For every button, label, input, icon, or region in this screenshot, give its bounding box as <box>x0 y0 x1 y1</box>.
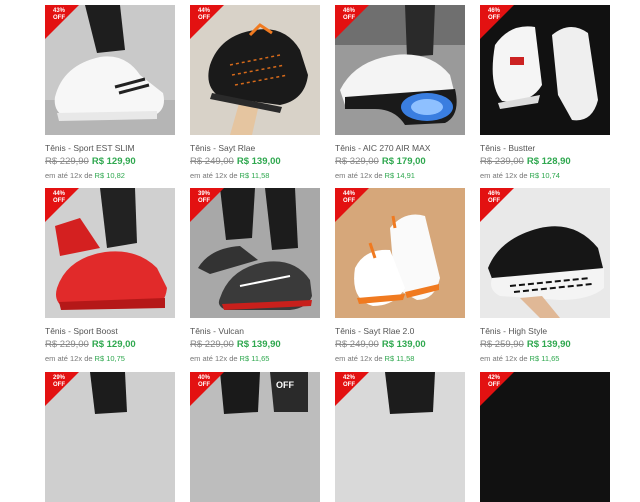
installment-info: em até 12x de R$ 11,65 <box>190 354 270 363</box>
svg-text:OFF: OFF <box>276 380 294 390</box>
product-image[interactable]: 46% OFF <box>335 5 465 135</box>
discount-badge: 46% OFF <box>335 5 369 39</box>
product-card[interactable]: OFF 40% OFF <box>190 372 320 502</box>
sale-price: R$ 129,00 <box>91 339 136 350</box>
product-price: R$ 249,00 R$ 139,00 <box>335 339 426 350</box>
product-image[interactable]: 29% OFF <box>45 372 175 502</box>
discount-badge: 43% OFF <box>45 5 79 39</box>
product-image[interactable]: 44% OFF <box>45 188 175 318</box>
product-name[interactable]: Tênis - High Style <box>480 326 547 336</box>
product-card[interactable]: 46% OFF Tênis - AIC 270 AIR MAX R$ 329,00… <box>335 5 465 180</box>
old-price: R$ 259,90 <box>480 339 524 350</box>
product-card[interactable]: 39% OFF Tênis - Vulcan R$ 229,00 R$ 139,90… <box>190 188 320 363</box>
product-name[interactable]: Tênis - Sport Boost <box>45 326 118 336</box>
product-card[interactable]: 44% OFF Tênis - Sport Boost R$ 229,00 R$ 1… <box>45 188 175 363</box>
old-price: R$ 239,00 <box>480 156 524 167</box>
installment-info: em até 12x de R$ 10,82 <box>45 171 125 180</box>
product-image[interactable]: 46% OFF <box>480 5 610 135</box>
discount-badge: 46% OFF <box>480 5 514 39</box>
product-price: R$ 239,00 R$ 128,90 <box>480 156 571 167</box>
product-image[interactable]: 46% OFF <box>480 188 610 318</box>
old-price: R$ 249,00 <box>335 339 379 350</box>
product-card[interactable]: 43% OFF Tênis - Sport EST SLIM R$ 229,90 R… <box>45 5 175 180</box>
product-price: R$ 249,00 R$ 139,00 <box>190 156 281 167</box>
product-image[interactable]: 42% OFF <box>480 372 610 502</box>
product-image[interactable]: 39% OFF <box>190 188 320 318</box>
product-image[interactable]: 44% OFF <box>190 5 320 135</box>
product-name[interactable]: Tênis - Bustter <box>480 143 535 153</box>
sale-price: R$ 139,90 <box>526 339 571 350</box>
installment-info: em até 12x de R$ 11,58 <box>190 171 270 180</box>
product-name[interactable]: Tênis - AIC 270 AIR MAX <box>335 143 430 153</box>
discount-badge: 29% OFF <box>45 372 79 406</box>
product-name[interactable]: Tênis - Sayt Rlae <box>190 143 255 153</box>
old-price: R$ 329,00 <box>335 156 379 167</box>
sale-price: R$ 139,00 <box>236 156 281 167</box>
discount-badge: 39% OFF <box>190 188 224 222</box>
sale-price: R$ 129,90 <box>91 156 136 167</box>
old-price: R$ 229,90 <box>45 156 89 167</box>
installment-info: em até 12x de R$ 10,75 <box>45 354 125 363</box>
sale-price: R$ 128,90 <box>526 156 571 167</box>
discount-badge: 44% OFF <box>190 5 224 39</box>
old-price: R$ 229,00 <box>45 339 89 350</box>
installment-info: em até 12x de R$ 11,65 <box>480 354 560 363</box>
discount-badge: 42% OFF <box>335 372 369 406</box>
product-card[interactable]: 44% OFF Tênis - Sayt Rlae R$ 249,00 R$ 139… <box>190 5 320 180</box>
old-price: R$ 229,00 <box>190 339 234 350</box>
product-price: R$ 229,00 R$ 139,90 <box>190 339 281 350</box>
product-name[interactable]: Tênis - Sayt Rlae 2.0 <box>335 326 414 336</box>
product-grid: 43% OFF Tênis - Sport EST SLIM R$ 229,90 R… <box>0 0 640 502</box>
product-card[interactable]: 46% OFF Tênis - High Style R$ 259,90 R$ 13… <box>480 188 610 363</box>
discount-badge: 44% OFF <box>335 188 369 222</box>
product-card[interactable]: 46% OFF Tênis - Bustter R$ 239,00 R$ 128,9… <box>480 5 610 180</box>
product-image[interactable]: 44% OFF <box>335 188 465 318</box>
product-price: R$ 229,00 R$ 129,00 <box>45 339 136 350</box>
sale-price: R$ 179,00 <box>381 156 426 167</box>
product-image[interactable]: OFF 40% OFF <box>190 372 320 502</box>
product-card[interactable]: 29% OFF <box>45 372 175 502</box>
product-card[interactable]: 42% OFF <box>335 372 465 502</box>
installment-info: em até 12x de R$ 10,74 <box>480 171 560 180</box>
product-card[interactable]: 44% OFF Tênis - Sayt Rlae 2.0 R$ 249,00 R$… <box>335 188 465 363</box>
installment-info: em até 12x de R$ 14,91 <box>335 171 415 180</box>
discount-badge: 44% OFF <box>45 188 79 222</box>
discount-badge: 42% OFF <box>480 372 514 406</box>
sale-price: R$ 139,90 <box>236 339 281 350</box>
discount-badge: 40% OFF <box>190 372 224 406</box>
discount-badge: 46% OFF <box>480 188 514 222</box>
product-price: R$ 259,90 R$ 139,90 <box>480 339 571 350</box>
product-price: R$ 229,90 R$ 129,90 <box>45 156 136 167</box>
product-name[interactable]: Tênis - Sport EST SLIM <box>45 143 135 153</box>
product-price: R$ 329,00 R$ 179,00 <box>335 156 426 167</box>
product-image[interactable]: 42% OFF <box>335 372 465 502</box>
product-name[interactable]: Tênis - Vulcan <box>190 326 244 336</box>
product-image[interactable]: 43% OFF <box>45 5 175 135</box>
old-price: R$ 249,00 <box>190 156 234 167</box>
sale-price: R$ 139,00 <box>381 339 426 350</box>
installment-info: em até 12x de R$ 11,58 <box>335 354 415 363</box>
product-card[interactable]: 42% OFF <box>480 372 610 502</box>
